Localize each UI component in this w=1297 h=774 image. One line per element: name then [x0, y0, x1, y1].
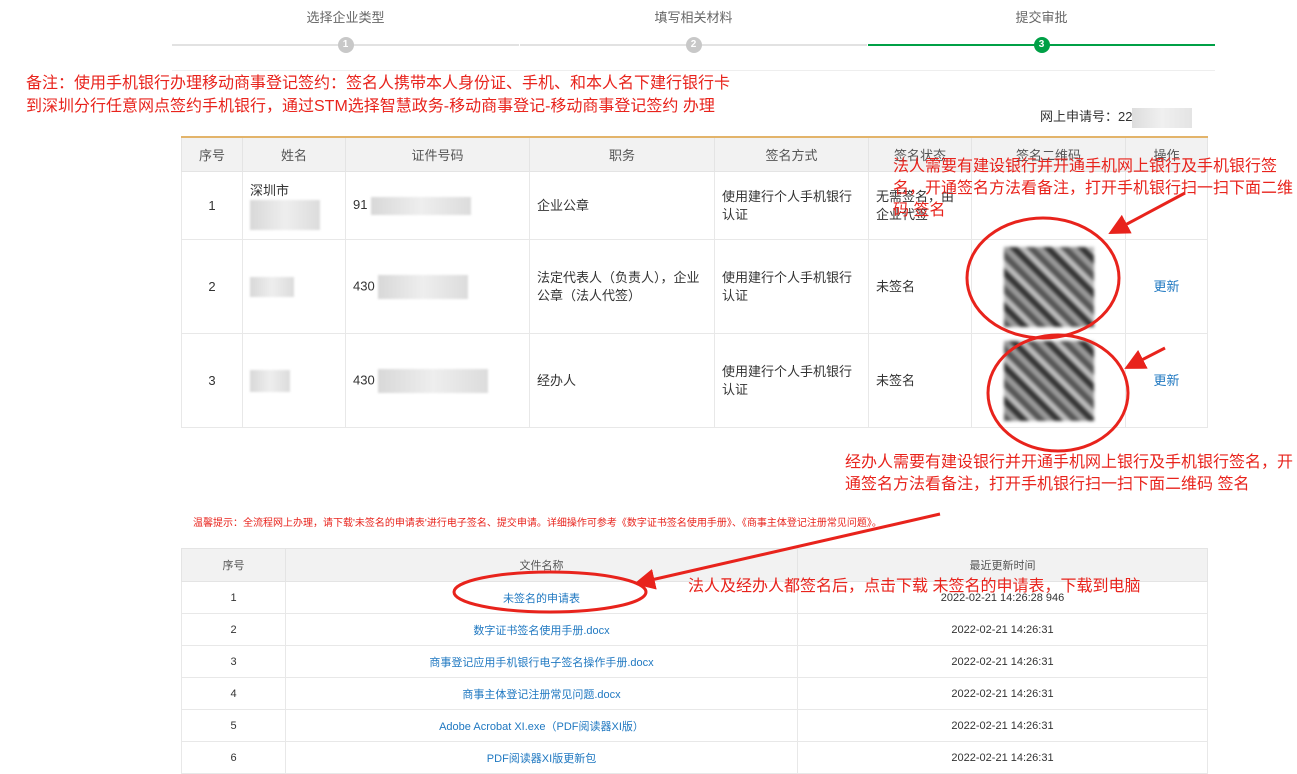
file-link[interactable]: 数字证书签名使用手册.docx	[473, 625, 609, 637]
signer-name	[242, 239, 346, 334]
table-row: 3 430 经办人 使用建行个人手机银行认证 未签名 更新	[181, 333, 1208, 428]
table-row: 5 Adobe Acrobat XI.exe（PDF阅读器XI版） 2022-0…	[181, 709, 1208, 742]
redacted-block	[371, 196, 472, 215]
step-label: 填写相关材料	[654, 10, 733, 25]
file-link[interactable]: 商事登记应用手机银行电子签名操作手册.docx	[429, 657, 653, 669]
application-number-label: 网上申请号：	[1040, 109, 1119, 124]
row-number: 2	[181, 613, 286, 646]
row-number: 1	[181, 171, 243, 240]
row-number: 3	[181, 333, 243, 428]
redacted-block	[250, 199, 320, 230]
update-time: 2022-02-21 14:26:31	[797, 645, 1208, 678]
redacted-block	[1132, 107, 1193, 128]
col-header: 序号	[181, 548, 286, 582]
step-submit-approval: 提交审批 3	[868, 0, 1215, 53]
step-number: 1	[337, 37, 354, 53]
sign-method: 使用建行个人手机银行认证	[714, 171, 869, 240]
row-number: 4	[181, 677, 286, 710]
redacted-block	[378, 368, 489, 393]
redacted-block	[378, 274, 469, 299]
sign-method: 使用建行个人手机银行认证	[714, 333, 869, 428]
table-row: 2 430 法定代表人（负责人），企业公章（法人代签） 使用建行个人手机银行认证…	[181, 239, 1208, 334]
row-number: 1	[181, 581, 286, 614]
row-number: 2	[181, 239, 243, 334]
step-label: 选择企业类型	[306, 10, 385, 25]
row-number: 6	[181, 741, 286, 774]
signer-role: 企业公章	[529, 171, 715, 240]
qr-code-icon[interactable]	[1003, 340, 1094, 421]
annotation-legal-person: 法人需要有建设银行并开通手机网上银行及手机银行签名，开通签名方法看备注，打开手机…	[893, 158, 1294, 219]
signer-name	[242, 333, 346, 428]
update-time: 2022-02-21 14:26:31	[797, 741, 1208, 774]
row-number: 3	[181, 645, 286, 678]
refresh-link[interactable]: 更新	[1153, 279, 1179, 294]
signer-role: 经办人	[529, 333, 715, 428]
table-row: 3 商事登记应用手机银行电子签名操作手册.docx 2022-02-21 14:…	[181, 645, 1208, 678]
sign-status: 未签名	[868, 333, 972, 428]
id-number: 430	[345, 333, 530, 428]
col-header: 序号	[181, 136, 243, 172]
application-number-prefix: 22	[1118, 109, 1133, 124]
note-line-1: 备注：使用手机银行办理移动商事登记签约：签名人携带本人身份证、手机、和本人名下建…	[26, 75, 731, 92]
note-line-2: 到深圳分行任意网点签约手机银行，通过STM选择智慧政务-移动商事登记-移动商事登…	[26, 98, 715, 115]
col-header: 职务	[529, 136, 715, 172]
annotation-handler: 经办人需要有建设银行并开通手机网上银行及手机银行签名，开通签名方法看备注，打开手…	[845, 454, 1294, 493]
id-number: 430	[345, 239, 530, 334]
step-fill-materials: 填写相关材料 2	[520, 0, 867, 53]
row-number: 5	[181, 709, 286, 742]
signer-role: 法定代表人（负责人），企业公章（法人代签）	[529, 239, 715, 334]
sign-method: 使用建行个人手机银行认证	[714, 239, 869, 334]
update-time: 2022-02-21 14:26:31	[797, 709, 1208, 742]
step-number: 3	[1033, 37, 1050, 53]
action-cell: 更新	[1125, 333, 1208, 428]
file-link[interactable]: PDF阅读器XI版更新包	[487, 753, 596, 765]
col-header: 证件号码	[345, 136, 530, 172]
file-link[interactable]: Adobe Acrobat XI.exe（PDF阅读器XI版）	[439, 721, 644, 733]
red-note: 备注：使用手机银行办理移动商事登记签约：签名人携带本人身份证、手机、和本人名下建…	[26, 72, 846, 118]
qr-code-icon[interactable]	[1003, 246, 1094, 327]
progress-stepper: 选择企业类型 1 填写相关材料 2 提交审批 3	[172, 0, 1215, 70]
update-time: 2022-02-21 14:26:31	[797, 613, 1208, 646]
file-link[interactable]: 商事主体登记注册常见问题.docx	[462, 689, 620, 701]
step-number: 2	[685, 37, 702, 53]
col-header: 姓名	[242, 136, 346, 172]
table-row: 4 商事主体登记注册常见问题.docx 2022-02-21 14:26:31	[181, 677, 1208, 710]
qr-cell	[971, 239, 1126, 334]
step-label: 提交审批	[1015, 10, 1068, 25]
application-number: 网上申请号：22	[1040, 106, 1193, 128]
qr-cell	[971, 333, 1126, 428]
table-row: 6 PDF阅读器XI版更新包 2022-02-21 14:26:31	[181, 741, 1208, 774]
id-number: 91	[345, 171, 530, 240]
redacted-block	[250, 276, 294, 297]
warm-tip: 温馨提示：全流程网上办理，请下载'未签名的申请表'进行电子签名、提交申请。详细操…	[193, 518, 882, 529]
col-header: 签名方式	[714, 136, 869, 172]
redacted-block	[250, 369, 290, 392]
sign-status: 未签名	[868, 239, 972, 334]
step-select-type: 选择企业类型 1	[172, 0, 519, 53]
action-cell: 更新	[1125, 239, 1208, 334]
update-time: 2022-02-21 14:26:31	[797, 677, 1208, 710]
divider	[172, 70, 1215, 71]
table-row: 2 数字证书签名使用手册.docx 2022-02-21 14:26:31	[181, 613, 1208, 646]
signer-name: 深圳市	[242, 171, 346, 240]
annotation-download: 法人及经办人都签名后，点击下载 未签名的申请表，下载到电脑	[688, 578, 1141, 595]
file-link[interactable]: 未签名的申请表	[503, 593, 580, 605]
refresh-link[interactable]: 更新	[1153, 373, 1179, 388]
